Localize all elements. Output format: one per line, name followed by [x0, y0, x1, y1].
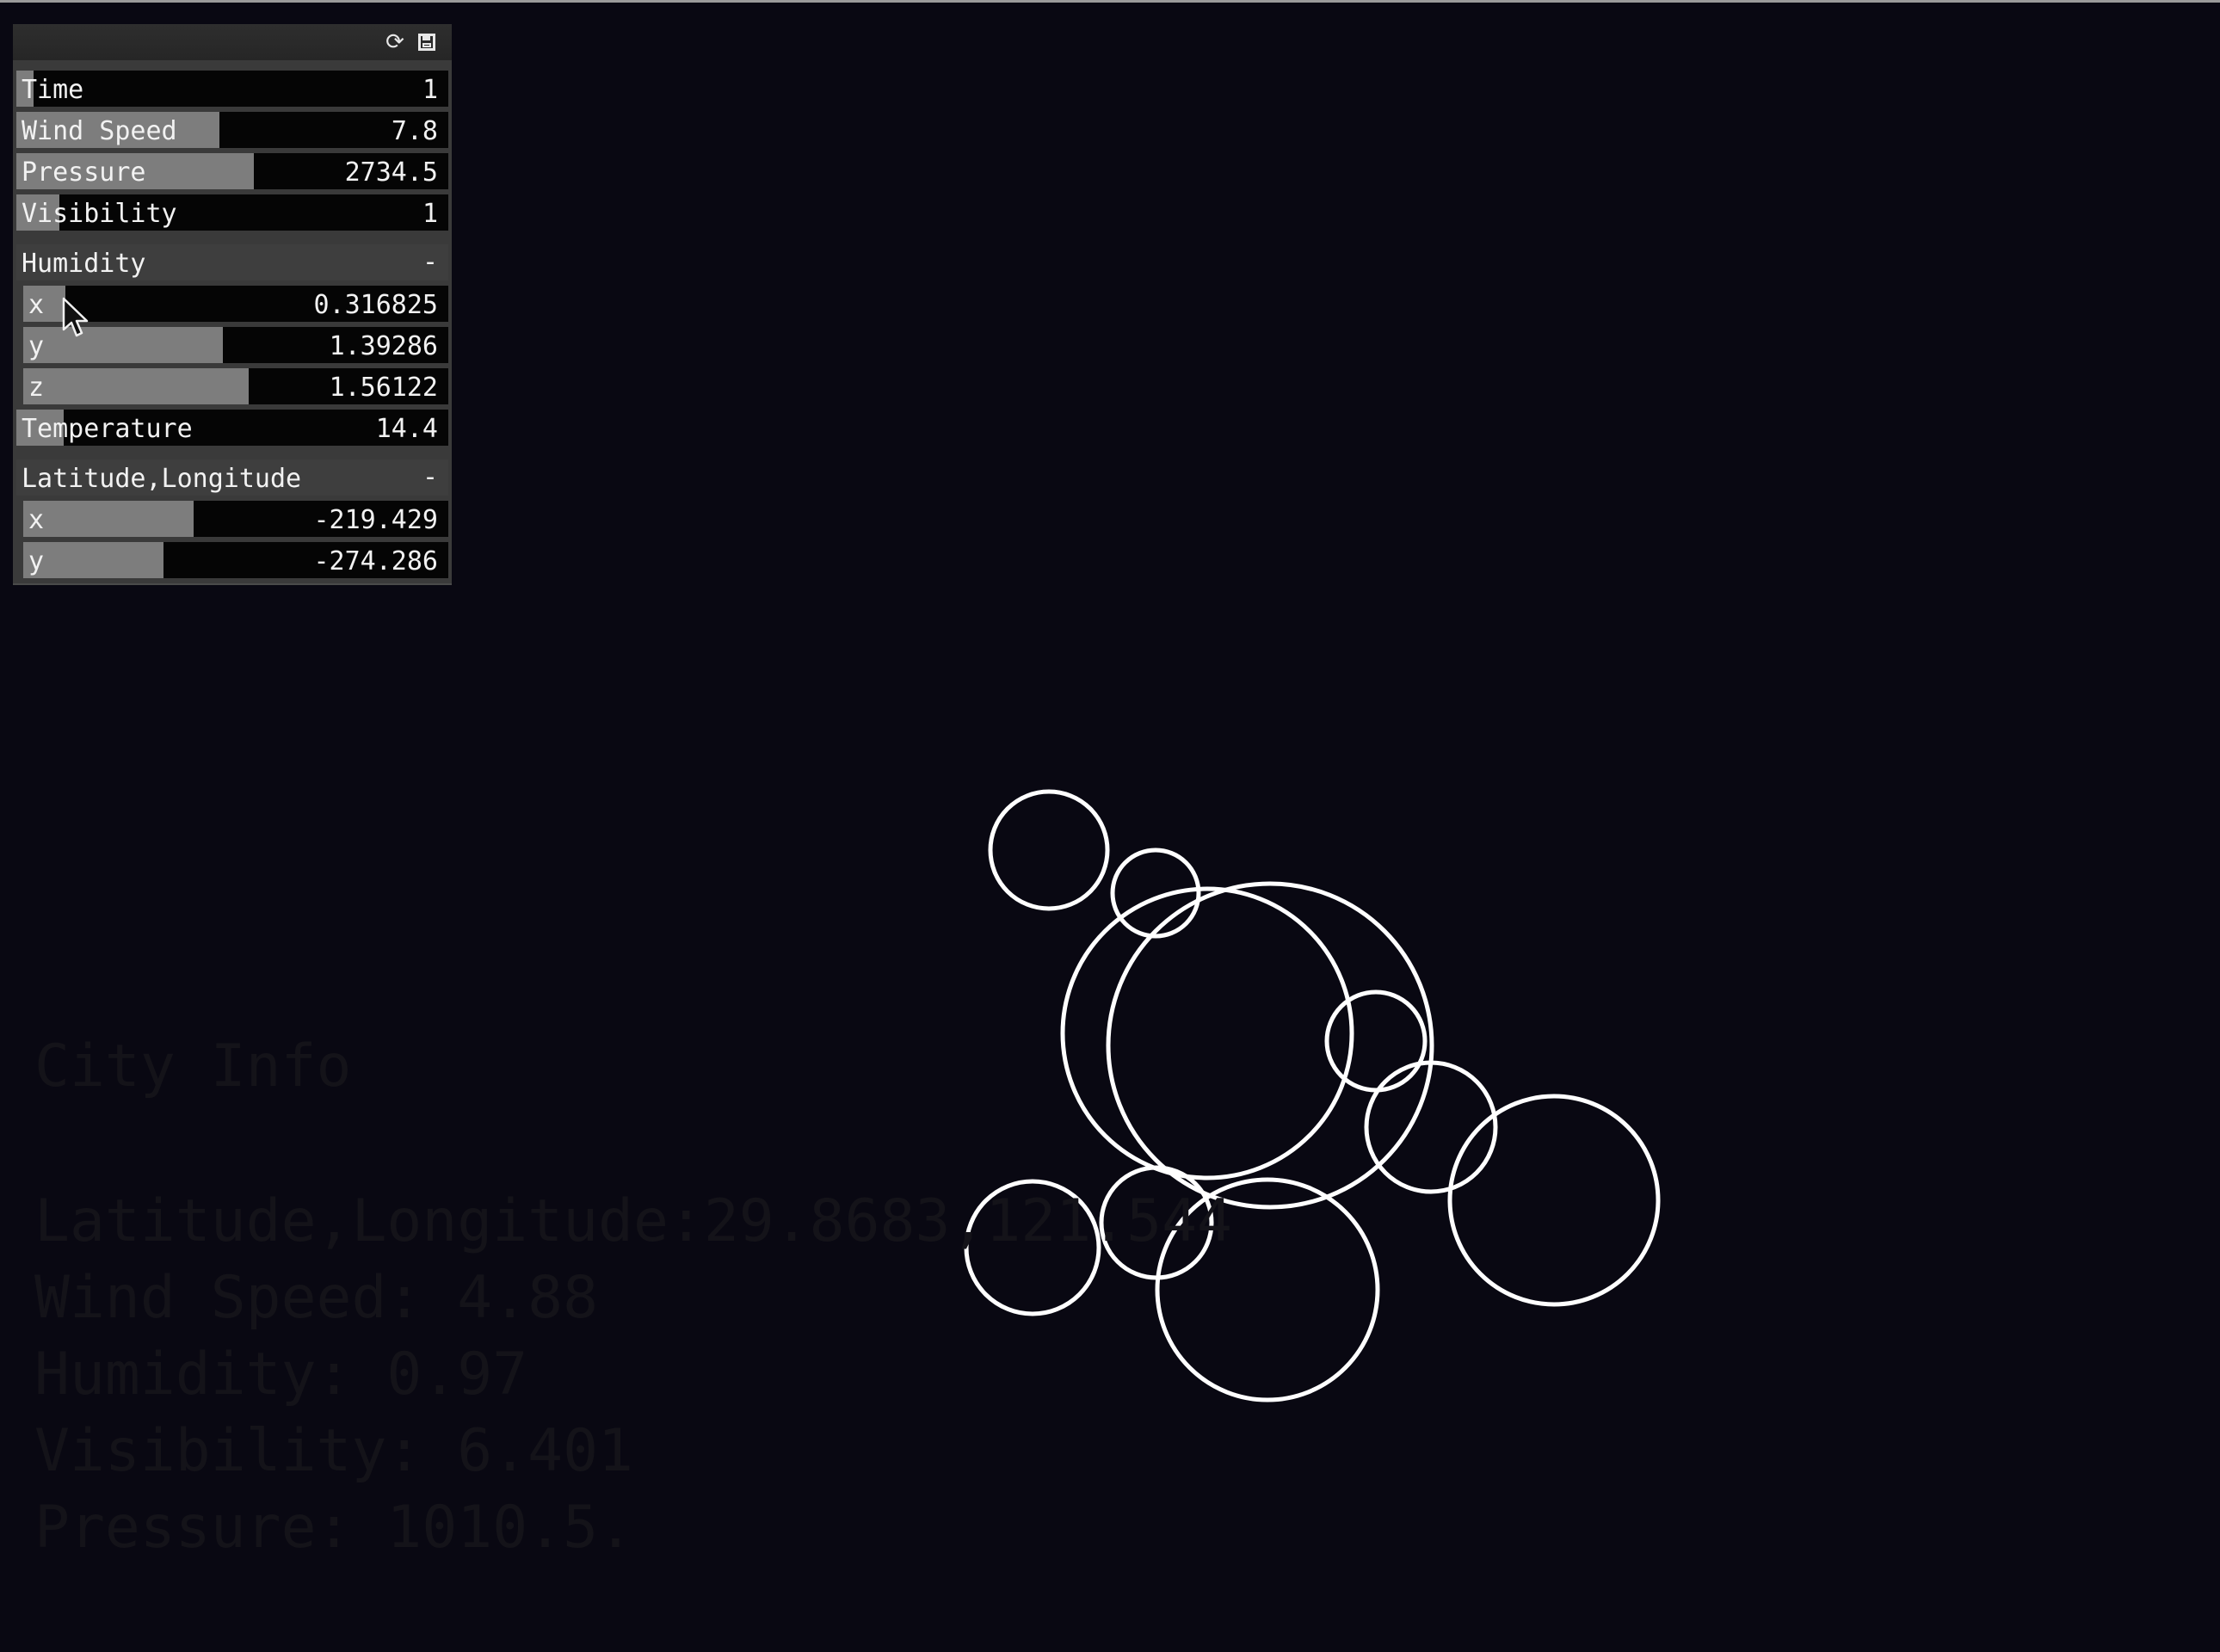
- slider-fill: [23, 542, 164, 578]
- slider-value: 1: [422, 75, 438, 105]
- city-info-visibility: Visibility: 6.401: [34, 1417, 633, 1485]
- slider-fill: [23, 501, 194, 537]
- latlon-y-slider[interactable]: y -274.286: [23, 542, 448, 578]
- slider-label: y: [28, 331, 45, 361]
- group-title: Humidity: [22, 249, 146, 279]
- slider-value: 1: [422, 199, 438, 229]
- wind-speed-slider[interactable]: Wind Speed 7.8: [16, 112, 448, 148]
- collapse-icon[interactable]: -: [422, 459, 438, 496]
- pressure-slider[interactable]: Pressure 2734.5: [16, 153, 448, 189]
- slider-value: -274.286: [313, 546, 439, 576]
- slider-value: -219.429: [313, 505, 439, 535]
- slider-label: Wind Speed: [22, 116, 177, 146]
- city-info-title: City Info: [34, 1032, 352, 1100]
- slider-value: 7.8: [391, 116, 438, 146]
- collapse-icon[interactable]: -: [422, 244, 438, 280]
- slider-value: 1.56122: [329, 373, 438, 403]
- slider-label: z: [28, 373, 45, 403]
- slider-label: x: [28, 290, 45, 320]
- slider-label: Pressure: [22, 157, 146, 188]
- city-info-wind-speed: Wind Speed: 4.88: [34, 1264, 599, 1332]
- panel-header[interactable]: ⟳: [13, 24, 452, 60]
- circle: [988, 789, 1110, 911]
- temperature-slider[interactable]: Temperature 14.4: [16, 410, 448, 446]
- city-info-humidity: Humidity: 0.97: [34, 1341, 528, 1409]
- slider-value: 2734.5: [344, 157, 438, 188]
- refresh-icon[interactable]: ⟳: [384, 31, 406, 53]
- humidity-z-slider[interactable]: z 1.56122: [23, 368, 448, 404]
- humidity-group-header[interactable]: Humidity -: [16, 244, 448, 280]
- slider-label: y: [28, 546, 45, 576]
- group-title: Latitude,Longitude: [22, 464, 302, 494]
- latlon-x-slider[interactable]: x -219.429: [23, 501, 448, 537]
- circle: [1324, 989, 1428, 1093]
- mouse-cursor-icon: [62, 297, 89, 337]
- city-info-lat-lon: Latitude,Longitude:29.8683,121.544: [34, 1187, 1232, 1255]
- city-info-pressure: Pressure: 1010.5.: [34, 1494, 633, 1562]
- circle: [1364, 1060, 1498, 1194]
- city-info-panel: City Info Latitude,Longitude:29.8683,121…: [34, 1032, 1232, 1566]
- time-slider[interactable]: Time 1: [16, 71, 448, 107]
- slider-value: 0.316825: [313, 290, 439, 320]
- slider-label: x: [28, 505, 45, 535]
- latlon-group-header[interactable]: Latitude,Longitude -: [16, 459, 448, 496]
- slider-value: 14.4: [375, 414, 438, 444]
- circle: [1447, 1094, 1661, 1307]
- circle: [1110, 848, 1201, 939]
- slider-fill: [23, 327, 224, 363]
- visibility-slider[interactable]: Visibility 1: [16, 194, 448, 231]
- save-icon[interactable]: [416, 31, 438, 53]
- slider-fill: [23, 368, 249, 404]
- slider-label: Time: [22, 75, 84, 105]
- slider-label: Temperature: [22, 414, 193, 444]
- slider-value: 1.39286: [329, 331, 438, 361]
- slider-label: Visibility: [22, 199, 177, 229]
